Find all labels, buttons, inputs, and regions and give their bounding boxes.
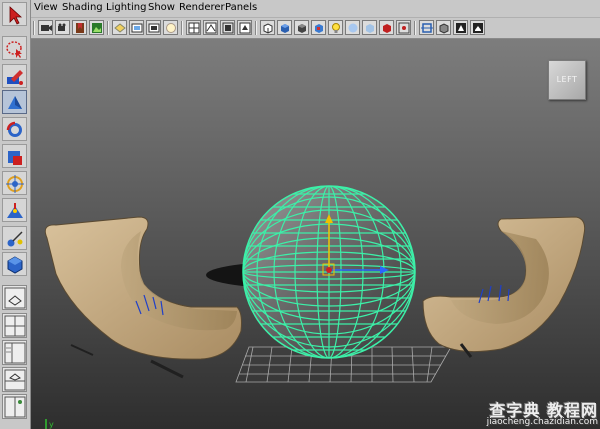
hypershade-layout-icon[interactable] [2, 394, 27, 419]
four-view-layout-icon[interactable] [2, 313, 27, 338]
use-all-lights-icon[interactable] [328, 20, 343, 35]
toolbar-separator [414, 21, 416, 35]
toolbox [0, 0, 31, 429]
xray-icon[interactable] [362, 20, 377, 35]
gate-mask-icon[interactable] [163, 20, 178, 35]
viewcube-label: LEFT [556, 75, 578, 84]
menu-renderer[interactable]: Renderer [179, 2, 225, 13]
high-quality-render-icon[interactable] [453, 20, 468, 35]
grid-toggle-icon[interactable] [112, 20, 127, 35]
panel-menubar: View Shading Lighting Show Renderer Pane… [31, 0, 600, 18]
toolbar-separator [181, 21, 183, 35]
use-default-material-icon[interactable] [294, 20, 309, 35]
right-chair[interactable] [422, 216, 586, 358]
wireframe-cube-icon[interactable] [260, 20, 275, 35]
move-tool-icon[interactable] [2, 90, 27, 114]
menu-panels[interactable]: Panels [225, 2, 257, 13]
persp-graph-layout-icon[interactable] [2, 367, 27, 392]
xray-joints-icon[interactable] [379, 20, 394, 35]
left-chair[interactable] [44, 216, 242, 379]
toolbar-separator [255, 21, 257, 35]
universal-manipulator-icon[interactable] [2, 171, 27, 195]
toolbar-separator [107, 21, 109, 35]
render-view-icon[interactable] [470, 20, 485, 35]
axis-indicator: y [45, 419, 54, 429]
rotate-tool-icon[interactable] [2, 117, 27, 141]
isolate-select-icon[interactable] [419, 20, 434, 35]
panel-toolbar [31, 18, 600, 39]
watermark: 查字典 教程网 jiaocheng.chazidian.com [463, 397, 598, 427]
smooth-shade-all-icon[interactable] [277, 20, 292, 35]
polygon-object-icon[interactable] [2, 252, 27, 276]
resolution-gate-icon[interactable] [146, 20, 161, 35]
toolbar-separator [33, 21, 35, 35]
maya-window: View Shading Lighting Show Renderer Pane… [0, 0, 600, 429]
persp-outliner-layout-icon[interactable] [2, 340, 27, 365]
image-plane-icon[interactable] [89, 20, 104, 35]
svg-text:y: y [49, 420, 54, 429]
select-tool-icon[interactable] [2, 2, 27, 26]
lasso-tool-icon[interactable] [2, 36, 27, 60]
textured-icon[interactable] [311, 20, 326, 35]
bounding-box-icon[interactable] [237, 20, 252, 35]
menu-lighting[interactable]: Lighting [106, 2, 146, 13]
select-camera-icon[interactable] [38, 20, 53, 35]
watermark-url: jiaocheng.chazidian.com [486, 417, 598, 427]
smooth-shading-icon[interactable] [203, 20, 218, 35]
wireframe-on-shaded-icon[interactable] [220, 20, 235, 35]
camera-attributes-icon[interactable] [55, 20, 70, 35]
xray-active-components-icon[interactable] [396, 20, 411, 35]
scale-tool-icon[interactable] [2, 144, 27, 168]
menu-view[interactable]: View [34, 2, 58, 13]
isolate-cube-icon[interactable] [436, 20, 451, 35]
menu-show[interactable]: Show [148, 2, 175, 13]
single-perspective-layout-icon[interactable] [2, 285, 27, 310]
paint-select-tool-icon[interactable] [2, 64, 27, 88]
perspective-viewport[interactable]: y LEFT 查字典 教程网 jiaocheng.chazidian.com [31, 39, 600, 429]
film-gate-icon[interactable] [129, 20, 144, 35]
menu-shading[interactable]: Shading [62, 2, 103, 13]
viewcube[interactable]: LEFT [548, 60, 586, 100]
bookmarks-icon[interactable] [72, 20, 87, 35]
wireframe-shading-icon[interactable] [186, 20, 201, 35]
show-manipulator-tool-icon[interactable] [2, 226, 27, 250]
soft-modification-tool-icon[interactable] [2, 198, 27, 222]
shadows-icon[interactable] [345, 20, 360, 35]
scene-canvas[interactable]: y [31, 39, 600, 429]
